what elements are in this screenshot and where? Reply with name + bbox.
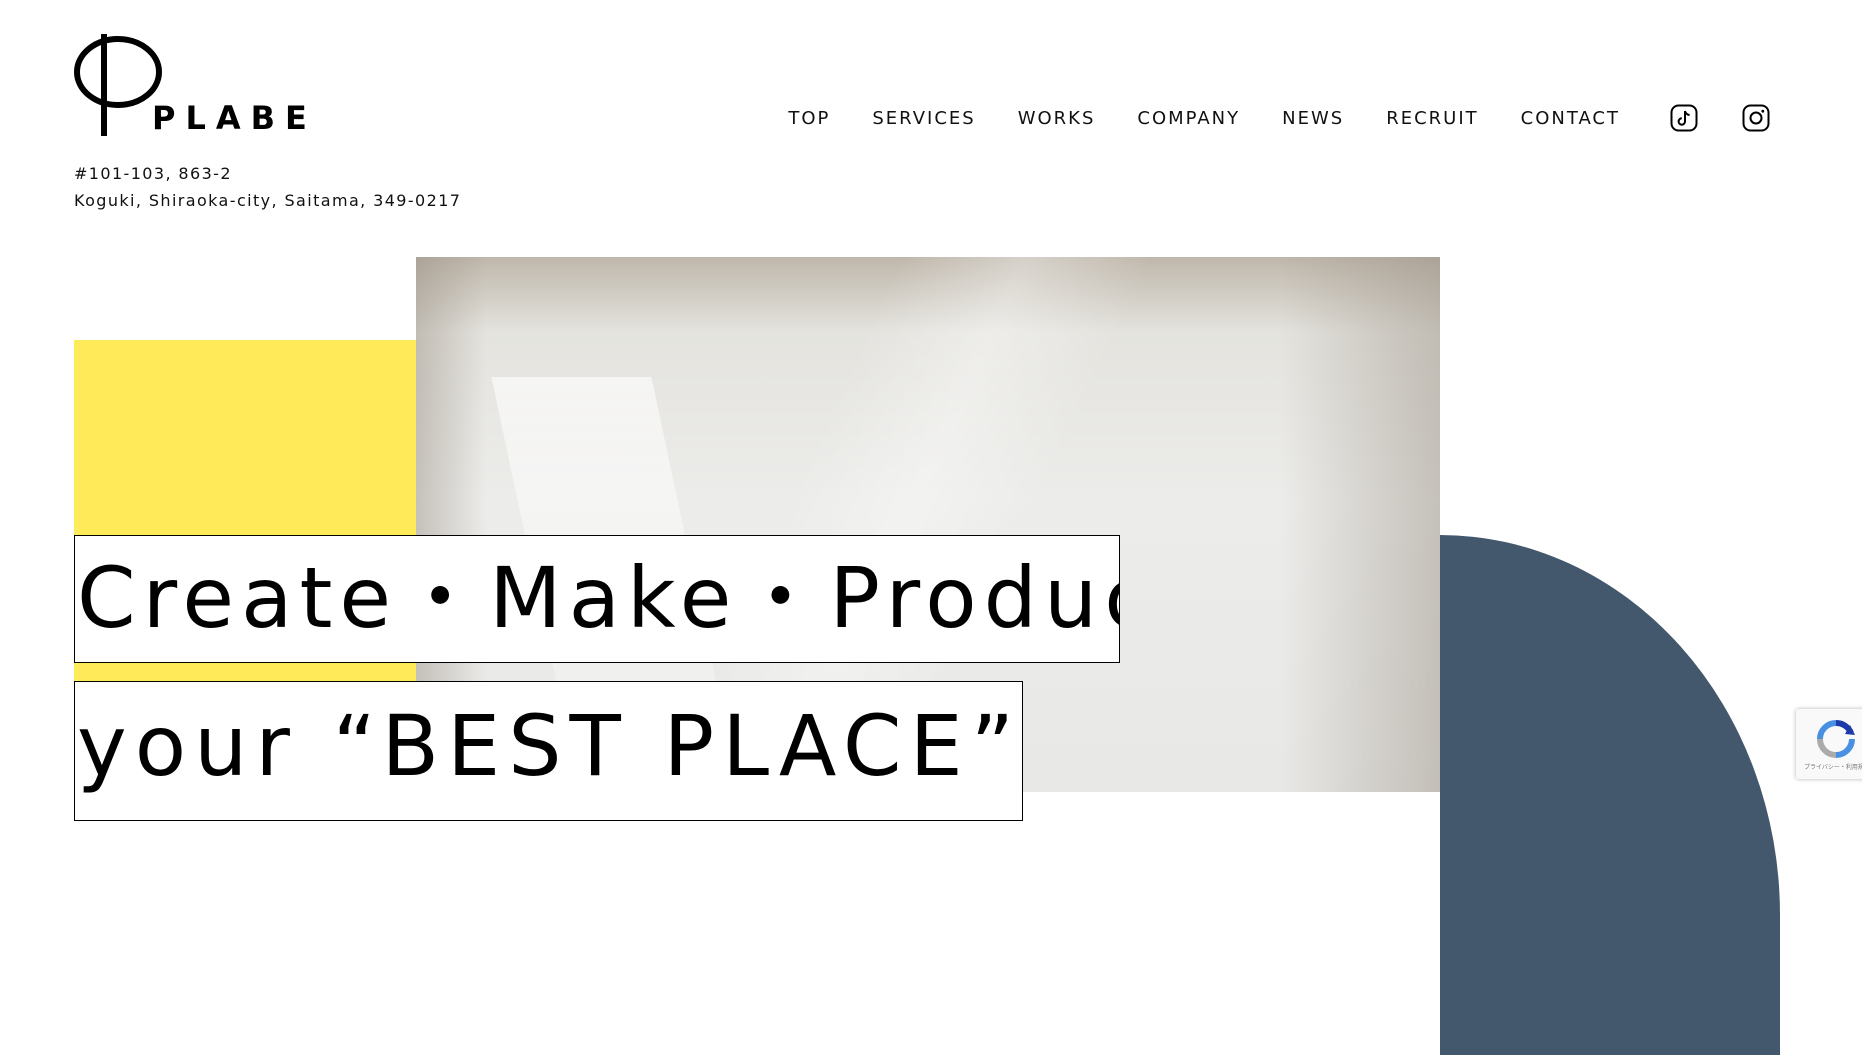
nav-item-contact[interactable]: CONTACT [1521,108,1620,129]
hero-headline-line-1: Create・Make・Produce [74,535,1120,663]
nav-item-recruit[interactable]: RECRUIT [1386,108,1478,129]
nav-item-top[interactable]: TOP [788,108,830,129]
main-navigation: TOP SERVICES WORKS COMPANY NEWS RECRUIT … [788,104,1770,132]
recaptcha-terms-link[interactable]: プライバシー・利用規約 [1804,762,1862,771]
nav-item-news[interactable]: NEWS [1282,108,1344,129]
nav-item-works[interactable]: WORKS [1018,108,1096,129]
company-address: #101-103, 863-2 Koguki, Shiraoka-city, S… [74,160,461,214]
nav-item-services[interactable]: SERVICES [872,108,975,129]
nav-item-company[interactable]: COMPANY [1137,108,1240,129]
hero-image-shadow-right [1280,257,1440,792]
tiktok-icon[interactable] [1670,104,1698,132]
instagram-icon[interactable] [1742,104,1770,132]
hero-headline-line-2: your “BEST PLACE” [74,681,1023,821]
address-line-1: #101-103, 863-2 [74,164,232,183]
address-line-2: Koguki, Shiraoka-city, Saitama, 349-0217 [74,191,462,210]
recaptcha-icon [1817,719,1855,758]
site-logo[interactable]: PLABE [72,32,307,142]
logo-wordmark: PLABE [152,99,317,137]
recaptcha-badge[interactable]: プライバシー・利用規約 [1796,709,1862,779]
navy-accent-shape [1440,535,1780,1055]
